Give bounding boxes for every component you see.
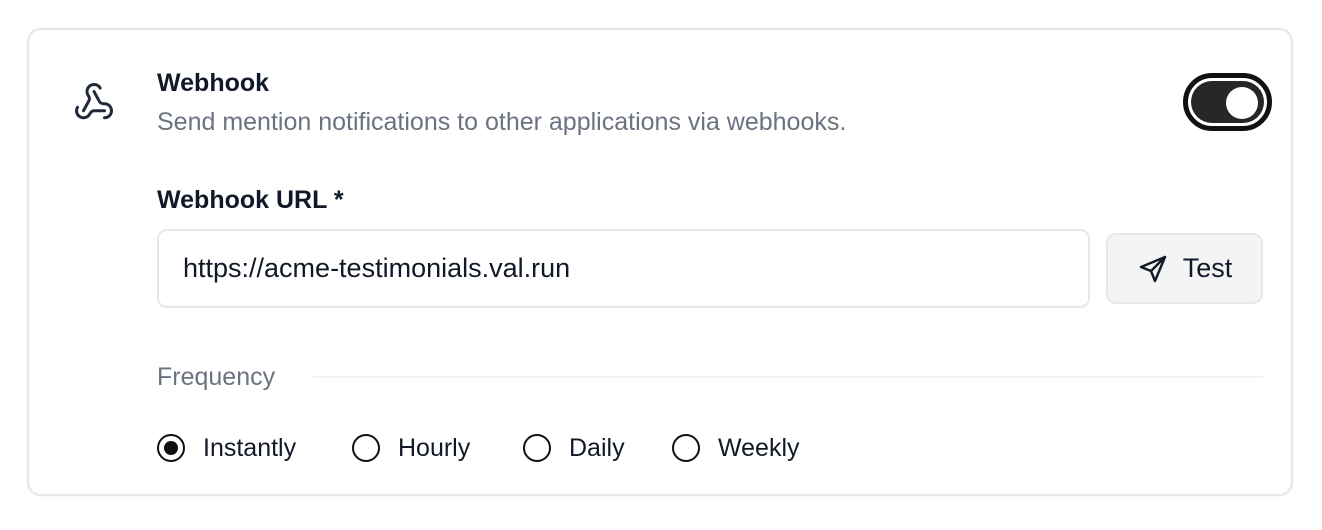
radio-button[interactable] bbox=[523, 434, 551, 462]
webhook-settings-card: Webhook Send mention notifications to ot… bbox=[27, 28, 1293, 496]
radio-option-hourly[interactable]: Hourly bbox=[352, 428, 470, 468]
radio-option-instantly[interactable]: Instantly bbox=[157, 428, 296, 468]
webhook-title: Webhook bbox=[157, 69, 270, 97]
frequency-label: Frequency bbox=[157, 363, 276, 391]
radio-label: Instantly bbox=[203, 434, 297, 462]
radio-button-checked[interactable] bbox=[157, 434, 185, 462]
webhook-icon bbox=[73, 81, 115, 123]
webhook-toggle[interactable] bbox=[1183, 73, 1272, 131]
radio-label: Daily bbox=[569, 434, 625, 462]
toggle-track bbox=[1191, 81, 1264, 123]
toggle-knob bbox=[1226, 87, 1258, 119]
radio-label: Weekly bbox=[718, 434, 800, 462]
radio-button[interactable] bbox=[352, 434, 380, 462]
webhook-description: Send mention notifications to other appl… bbox=[157, 108, 847, 136]
test-button-label: Test bbox=[1182, 253, 1233, 283]
test-button[interactable]: Test bbox=[1106, 233, 1263, 304]
webhook-url-label: Webhook URL * bbox=[157, 186, 344, 214]
send-icon bbox=[1137, 253, 1169, 285]
radio-label: Hourly bbox=[398, 434, 471, 462]
radio-button[interactable] bbox=[672, 434, 700, 462]
radio-option-daily[interactable]: Daily bbox=[523, 428, 625, 468]
radio-option-weekly[interactable]: Weekly bbox=[672, 428, 800, 468]
webhook-url-input[interactable] bbox=[157, 229, 1090, 308]
frequency-divider bbox=[313, 376, 1263, 378]
